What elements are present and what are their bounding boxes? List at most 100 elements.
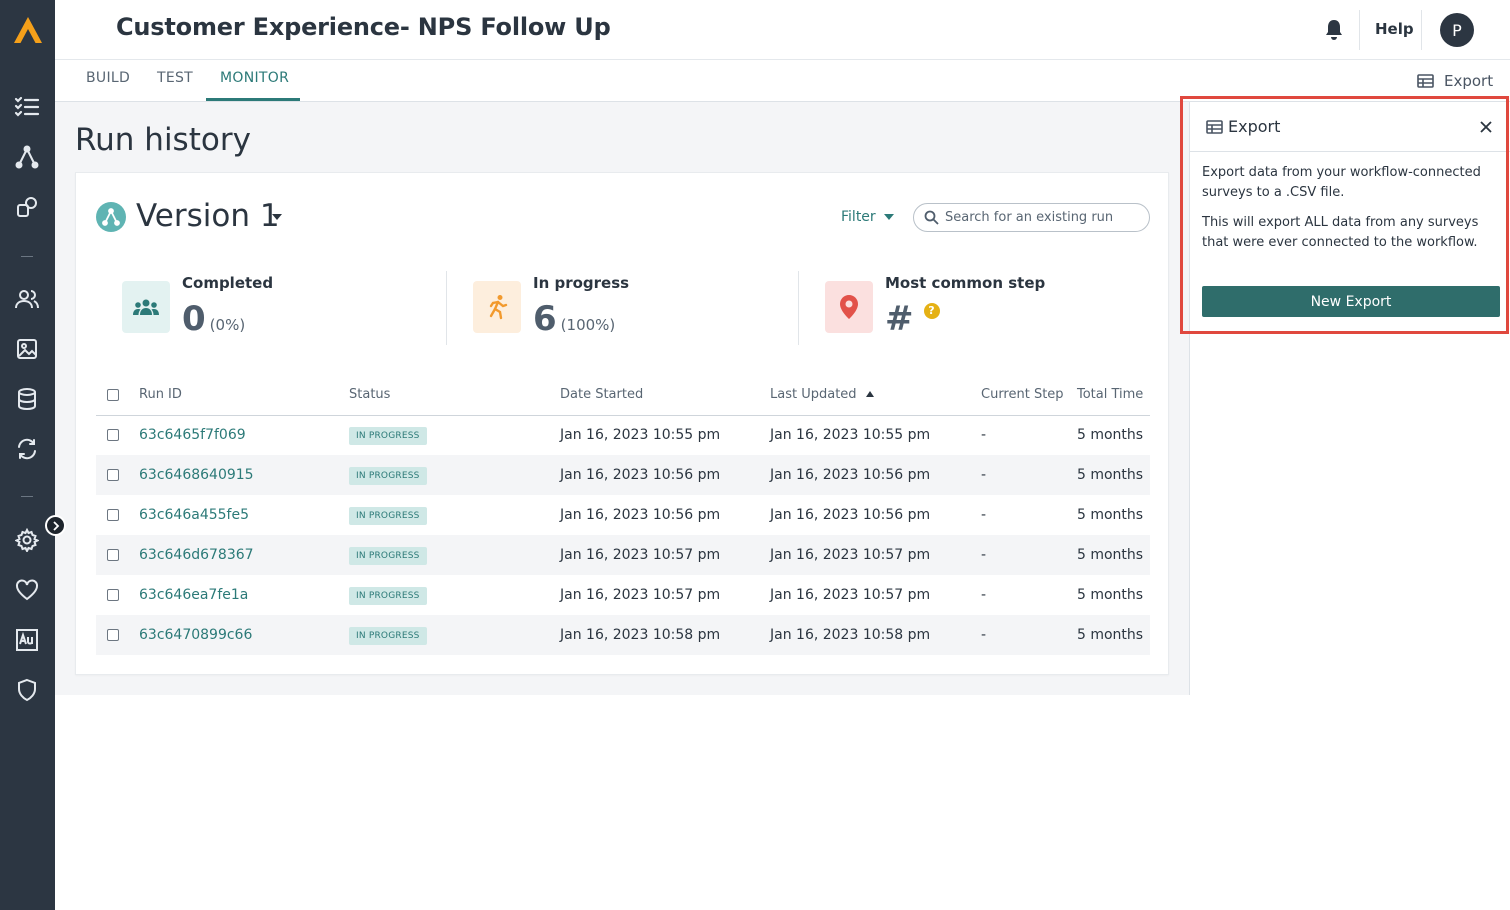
- font-icon[interactable]: [13, 626, 41, 654]
- settings-icon[interactable]: [13, 526, 41, 554]
- table-row: 63c646ea7fe1a IN PROGRESS Jan 16, 2023 1…: [96, 575, 1150, 615]
- table-row: 63c6465f7f069 IN PROGRESS Jan 16, 2023 1…: [96, 415, 1150, 455]
- date-started-cell: Jan 16, 2023 10:56 pm: [560, 455, 770, 495]
- stat-in-progress: In progress 6 (100%): [473, 271, 773, 346]
- image-icon[interactable]: [13, 335, 41, 363]
- workflow-icon[interactable]: [13, 143, 41, 171]
- row-select-cell: [96, 535, 139, 575]
- status-badge: IN PROGRESS: [349, 426, 427, 445]
- rail-separator: [21, 256, 33, 257]
- row-checkbox[interactable]: [107, 549, 119, 561]
- run-id-link[interactable]: 63c6465f7f069: [139, 427, 246, 443]
- current-step-cell: -: [981, 615, 1077, 655]
- tab-build[interactable]: BUILD: [86, 70, 130, 86]
- stat-completed-count: 0: [182, 299, 206, 339]
- table-icon: [1417, 74, 1434, 88]
- group-icon: [122, 281, 170, 333]
- integrations-icon[interactable]: [13, 193, 41, 221]
- heart-icon[interactable]: [13, 576, 41, 604]
- export-panel-title: Export: [1206, 117, 1280, 136]
- stat-completed-label: Completed: [182, 274, 274, 292]
- stat-divider: [798, 271, 799, 345]
- stat-divider: [446, 271, 447, 345]
- col-last-updated[interactable]: Last Updated: [770, 375, 981, 416]
- search-box[interactable]: [913, 203, 1150, 232]
- running-icon: [473, 281, 521, 333]
- total-time-cell: 5 months: [1077, 587, 1144, 603]
- map-pin-icon: [825, 281, 873, 333]
- chevron-right-icon: [52, 520, 59, 531]
- run-table: Run ID Status Date Started Last Updated …: [96, 375, 1150, 655]
- left-rail: [0, 0, 55, 910]
- row-select-cell: [96, 415, 139, 455]
- table-row: 63c6468640915 IN PROGRESS Jan 16, 2023 1…: [96, 455, 1150, 495]
- chevron-down-icon: [883, 214, 894, 220]
- active-tab-indicator: [206, 98, 300, 101]
- last-updated-cell: Jan 16, 2023 10:56 pm: [770, 507, 931, 523]
- search-icon: [924, 210, 939, 225]
- help-link[interactable]: Help: [1375, 20, 1414, 38]
- row-select-cell: [96, 455, 139, 495]
- table-header-row: Run ID Status Date Started Last Updated …: [96, 375, 1150, 416]
- workflow-title: Customer Experience- NPS Follow Up: [116, 13, 611, 41]
- bell-icon[interactable]: [1323, 18, 1345, 42]
- stat-most-common-label: Most common step: [885, 274, 1046, 292]
- sync-icon[interactable]: [13, 435, 41, 463]
- stat-most-common-value: #?: [885, 299, 940, 339]
- tab-test[interactable]: TEST: [157, 70, 193, 86]
- total-time-cell: 5 months: [1077, 507, 1144, 523]
- run-history-card: Version 1 Filter Completed 0(0%): [75, 172, 1169, 675]
- help-icon[interactable]: ?: [923, 302, 940, 319]
- col-total-time[interactable]: Total Time: [1077, 375, 1150, 416]
- stat-in-progress-value: 6 (100%): [533, 299, 615, 339]
- export-description: Export data from your workflow-connected…: [1202, 165, 1481, 200]
- rail-separator: [21, 496, 33, 497]
- checklist-icon[interactable]: [13, 93, 41, 121]
- status-badge: IN PROGRESS: [349, 586, 427, 605]
- run-id-link[interactable]: 63c646d678367: [139, 547, 254, 563]
- shield-icon[interactable]: [13, 676, 41, 704]
- export-button[interactable]: Export: [1417, 72, 1493, 90]
- table-icon: [1206, 119, 1223, 134]
- col-status[interactable]: Status: [349, 375, 560, 416]
- col-run-id[interactable]: Run ID: [139, 375, 349, 416]
- row-checkbox[interactable]: [107, 629, 119, 641]
- last-updated-cell: Jan 16, 2023 10:55 pm: [770, 427, 931, 444]
- run-id-link[interactable]: 63c646ea7fe1a: [139, 587, 248, 603]
- row-checkbox[interactable]: [107, 429, 119, 442]
- run-id-link[interactable]: 63c6468640915: [139, 467, 254, 483]
- table-row: 63c6470899c66 IN PROGRESS Jan 16, 2023 1…: [96, 615, 1150, 655]
- stat-completed-value: 0 (0%): [182, 299, 245, 339]
- tab-monitor[interactable]: MONITOR: [220, 70, 289, 86]
- header-divider: [1421, 10, 1422, 50]
- row-select-cell: [96, 495, 139, 535]
- new-export-button[interactable]: New Export: [1202, 286, 1500, 317]
- search-input[interactable]: [945, 210, 1135, 225]
- row-checkbox[interactable]: [107, 509, 119, 521]
- chevron-down-icon[interactable]: [272, 214, 282, 220]
- row-checkbox[interactable]: [107, 469, 119, 481]
- tab-bar: BUILD TEST MONITOR Export: [55, 60, 1510, 102]
- col-current-step[interactable]: Current Step: [981, 375, 1077, 416]
- date-started-cell: Jan 16, 2023 10:56 pm: [560, 507, 721, 523]
- last-updated-cell: Jan 16, 2023 10:56 pm: [770, 455, 981, 495]
- date-started-cell: Jan 16, 2023 10:58 pm: [560, 615, 770, 655]
- select-all-checkbox[interactable]: [107, 388, 119, 401]
- version-selector[interactable]: Version 1: [136, 198, 280, 234]
- status-badge: IN PROGRESS: [349, 626, 427, 645]
- run-id-link[interactable]: 63c646a455fe5: [139, 507, 249, 523]
- logo-icon[interactable]: [12, 14, 44, 46]
- row-checkbox[interactable]: [107, 589, 119, 601]
- people-icon[interactable]: [13, 285, 41, 313]
- filter-dropdown[interactable]: Filter: [841, 209, 894, 225]
- expand-rail-toggle[interactable]: [45, 515, 66, 536]
- close-icon[interactable]: [1478, 119, 1494, 135]
- col-date-started[interactable]: Date Started: [560, 375, 770, 416]
- sort-ascending-icon: [865, 390, 874, 397]
- date-started-cell: Jan 16, 2023 10:57 pm: [560, 535, 770, 575]
- avatar[interactable]: P: [1440, 13, 1474, 47]
- database-icon[interactable]: [13, 385, 41, 413]
- header-divider: [1359, 10, 1360, 50]
- run-id-link[interactable]: 63c6470899c66: [139, 627, 252, 643]
- last-updated-cell: Jan 16, 2023 10:58 pm: [770, 615, 981, 655]
